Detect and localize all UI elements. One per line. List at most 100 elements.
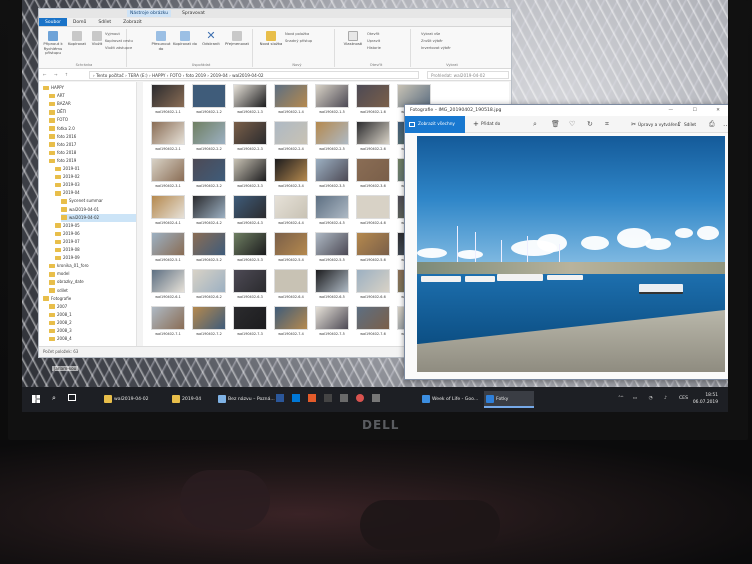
photo-thumbnail[interactable] <box>192 232 226 256</box>
nav-item[interactable]: sdílet <box>49 287 68 295</box>
photo-thumbnail[interactable] <box>233 158 267 182</box>
nav-item[interactable]: BAZAR <box>49 100 71 108</box>
photo-thumbnail[interactable] <box>315 195 349 219</box>
manage-tab[interactable]: Spravovat <box>179 10 208 17</box>
print-icon[interactable]: ⎙ <box>709 120 715 129</box>
delete-button[interactable]: ✕ Odstranit <box>199 30 223 47</box>
language-indicator[interactable]: CES <box>679 396 688 401</box>
photo-thumbnail[interactable] <box>192 158 226 182</box>
favorite-icon[interactable]: ♡ <box>569 120 575 128</box>
nav-item[interactable]: 2019-03 <box>55 181 80 189</box>
nav-item[interactable]: foto 2016 <box>49 133 76 141</box>
copy-path-button[interactable]: Kopírovat cestu <box>105 39 133 43</box>
photo-thumbnail[interactable] <box>356 306 390 330</box>
taskbar-app[interactable]: 2019-04 <box>170 391 214 408</box>
photo-thumbnail[interactable] <box>315 269 349 293</box>
photo-thumbnail[interactable] <box>274 121 308 145</box>
mail-icon[interactable] <box>292 394 300 402</box>
delete-icon[interactable]: 🗑 <box>551 120 560 128</box>
select-none-button[interactable]: Zrušit výběr <box>421 39 443 43</box>
move-to-button[interactable]: Přesunout do <box>149 31 173 51</box>
add-to-button[interactable]: + Přidat do <box>473 116 500 133</box>
new-item-button[interactable]: Nová položka <box>285 32 309 36</box>
crop-icon[interactable]: ⌗ <box>605 120 609 129</box>
nav-item[interactable]: kronika_01_foro <box>49 262 89 270</box>
nav-item[interactable]: 2019-04 <box>55 189 80 197</box>
paste-shortcut-button[interactable]: Vložit zástupce <box>105 46 132 50</box>
nav-arrows[interactable]: ← → ↑ <box>43 72 71 77</box>
photo-thumbnail[interactable] <box>315 121 349 145</box>
nav-item[interactable]: 2007 <box>49 303 67 311</box>
nav-item[interactable]: 2008_2 <box>49 319 72 327</box>
invert-selection-button[interactable]: Invertovat výběr <box>421 46 451 50</box>
photo-thumbnail[interactable] <box>151 232 185 256</box>
taskbar-app[interactable]: wal2019-04-02 <box>102 391 164 408</box>
tab-view[interactable]: Zobrazit <box>117 18 148 26</box>
taskbar-app[interactable]: Bez názvu – Pozná... <box>216 391 275 408</box>
photo-thumbnail[interactable] <box>192 269 226 293</box>
steam-icon[interactable] <box>324 394 332 402</box>
tray-icons[interactable]: ⌃ ▭ ◔ ♪ <box>617 396 672 401</box>
edit-create-button[interactable]: ✂ Úpravy a vytváření <box>631 116 679 134</box>
rotate-icon[interactable]: ↻ <box>587 120 593 128</box>
nav-item[interactable]: 2019-07 <box>55 238 80 246</box>
tab-file[interactable]: Soubor <box>39 18 67 26</box>
photo-thumbnail[interactable] <box>233 269 267 293</box>
nav-item[interactable]: foto 2017 <box>49 141 76 149</box>
clock[interactable]: 18:51 06.07.2019 <box>693 392 718 406</box>
nav-item[interactable]: foto 2018 <box>49 149 76 157</box>
photo-thumbnail[interactable] <box>233 195 267 219</box>
photo-thumbnail[interactable] <box>233 306 267 330</box>
select-all-button[interactable]: Vybrat vše <box>421 32 440 36</box>
photo-thumbnail[interactable] <box>356 84 390 108</box>
photo-thumbnail[interactable] <box>315 306 349 330</box>
address-path[interactable]: › Tento počítač › TERA (E:) › HAPPY › FO… <box>89 71 419 79</box>
photo-thumbnail[interactable] <box>233 84 267 108</box>
pin-button[interactable]: Připnout k Rychlému přístupu <box>41 31 65 56</box>
nav-item[interactable]: obrazky_date <box>49 278 84 286</box>
open-button[interactable]: Otevřít <box>367 32 379 36</box>
nav-item[interactable]: ART <box>49 92 65 100</box>
nav-item[interactable]: 2019-09 <box>55 254 80 262</box>
photo-thumbnail[interactable] <box>274 232 308 256</box>
zoom-icon[interactable]: ⌕ <box>533 120 537 129</box>
photo-thumbnail[interactable] <box>274 306 308 330</box>
easy-access-button[interactable]: Snadný přístup <box>285 39 312 43</box>
nav-item[interactable]: fotka 2.0 <box>49 125 75 133</box>
nav-item[interactable]: 2019-05 <box>55 222 80 230</box>
photo-thumbnail[interactable] <box>151 84 185 108</box>
nav-item[interactable]: 2008_3 <box>49 327 72 335</box>
photo-thumbnail[interactable] <box>233 232 267 256</box>
store-icon[interactable] <box>308 394 316 402</box>
edit-button[interactable]: Upravit <box>367 39 380 43</box>
more-icon[interactable]: … <box>723 120 728 128</box>
nav-item[interactable]: 2008_4 <box>49 335 72 343</box>
edge-icon[interactable] <box>276 394 284 402</box>
photo-thumbnail[interactable] <box>356 121 390 145</box>
nav-item[interactable]: wal2019-04-02 <box>61 213 136 222</box>
share-button[interactable]: ⇪ Sdílet <box>677 116 696 134</box>
photo-thumbnail[interactable] <box>233 121 267 145</box>
photo-thumbnail[interactable] <box>315 84 349 108</box>
copy-to-button[interactable]: Kopírovat do <box>173 31 197 47</box>
picture-tools-tab[interactable]: Nástroje obrázku <box>127 10 172 17</box>
nav-item[interactable]: HAPPY <box>43 84 64 92</box>
taskbar-app[interactable]: Week of Life - Goo... <box>420 391 478 408</box>
photos-titlebar[interactable]: Fotografie – IMG_20190402_190518.jpg — ☐… <box>405 105 728 116</box>
photo-thumbnail[interactable] <box>192 306 226 330</box>
photo-thumbnail[interactable] <box>151 269 185 293</box>
photo-thumbnail[interactable] <box>356 195 390 219</box>
photo-thumbnail[interactable] <box>192 84 226 108</box>
photo-thumbnail[interactable] <box>274 195 308 219</box>
task-view-icon[interactable] <box>68 394 76 401</box>
photo-thumbnail[interactable] <box>151 121 185 145</box>
rename-button[interactable]: Přejmenovat <box>225 31 249 47</box>
tab-home[interactable]: Domů <box>67 18 92 26</box>
nav-item[interactable]: foto 2019 <box>49 157 76 165</box>
nav-item[interactable]: 2019-02 <box>55 173 80 181</box>
search-icon[interactable]: ⌕ <box>52 394 62 404</box>
nav-item[interactable]: DĚTI <box>49 108 66 116</box>
nav-item[interactable]: 2019-08 <box>55 246 80 254</box>
app-icon[interactable] <box>340 394 348 402</box>
app-icon[interactable] <box>372 394 380 402</box>
